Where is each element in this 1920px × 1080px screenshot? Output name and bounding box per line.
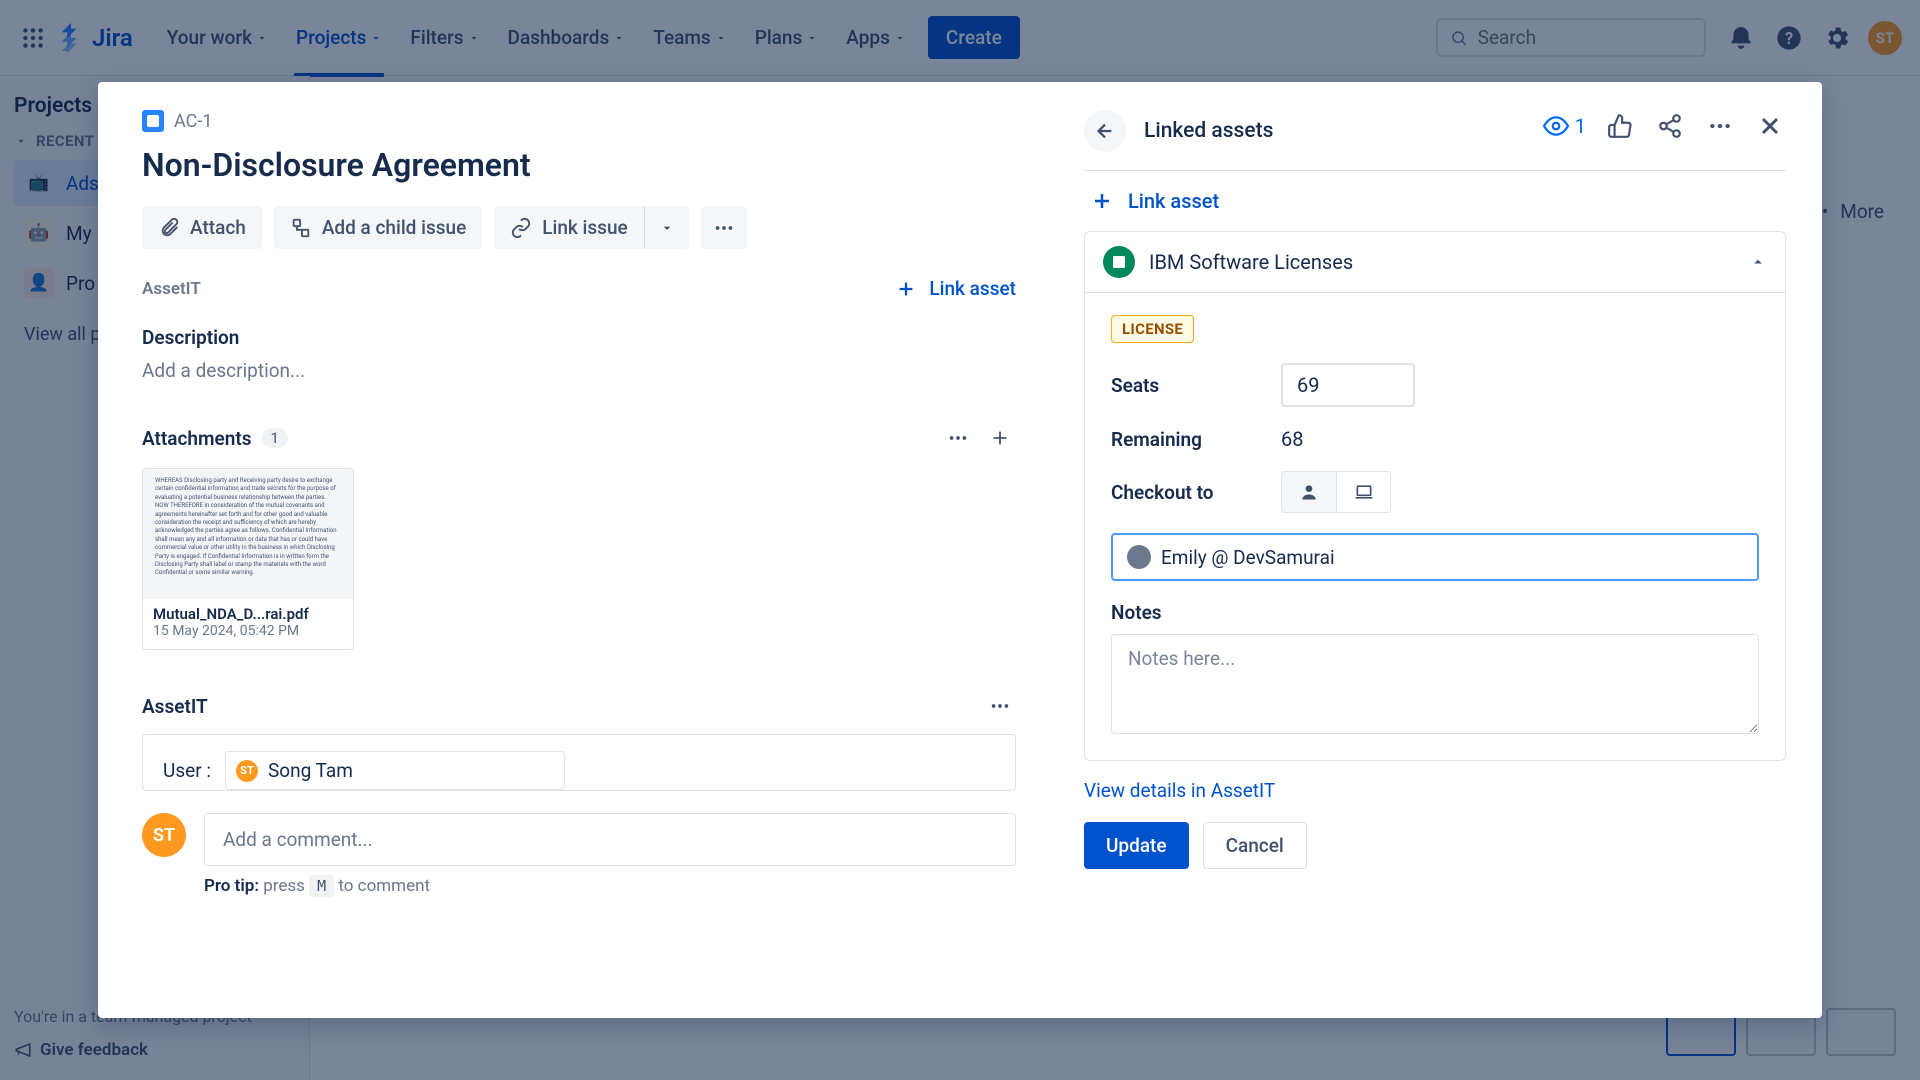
checkout-asset-toggle[interactable]	[1336, 472, 1390, 512]
assetit-panel-more[interactable]	[984, 690, 1016, 722]
chevron-down-icon	[659, 220, 675, 236]
issue-modal: AC-1 Non-Disclosure Agreement Attach Add…	[98, 82, 1822, 1018]
link-issue-button[interactable]: Link issue	[494, 206, 643, 249]
user-icon	[1299, 482, 1319, 502]
dots-icon	[1707, 113, 1733, 139]
share-icon	[1657, 113, 1683, 139]
assetit-user-panel: User : ST Song Tam	[142, 734, 1016, 791]
asset-card-header[interactable]: IBM Software Licenses	[1085, 232, 1785, 293]
plus-icon	[989, 427, 1011, 449]
link-icon	[510, 217, 532, 239]
user-chip[interactable]: ST Song Tam	[225, 751, 565, 790]
attachment-card[interactable]: WHEREAS Disclosing party and Receiving p…	[142, 468, 354, 650]
asset-card: IBM Software Licenses LICENSE Seats Rema…	[1084, 231, 1786, 761]
issue-type-icon	[142, 110, 164, 132]
breadcrumb[interactable]: AC-1	[142, 110, 1016, 132]
seats-input[interactable]	[1281, 363, 1415, 407]
seats-label: Seats	[1111, 374, 1281, 397]
notes-textarea[interactable]	[1111, 634, 1759, 734]
attachment-thumbnail: WHEREAS Disclosing party and Receiving p…	[143, 469, 353, 599]
checkout-user-avatar	[1127, 545, 1151, 569]
attachments-more[interactable]	[942, 422, 974, 454]
more-actions-button[interactable]	[701, 206, 747, 249]
dots-icon	[947, 427, 969, 449]
thumbs-up-icon	[1607, 113, 1633, 139]
checkout-user-toggle[interactable]	[1282, 472, 1336, 512]
notes-label: Notes	[1111, 601, 1759, 624]
license-badge: LICENSE	[1111, 315, 1194, 343]
child-issue-icon	[290, 217, 312, 239]
linked-assets-heading: Linked assets	[1144, 119, 1273, 143]
assetit-panel-heading: AssetIT	[142, 695, 208, 718]
attach-icon	[158, 217, 180, 239]
chevron-up-icon	[1749, 253, 1767, 271]
description-heading: Description	[142, 326, 1016, 349]
attachment-date: 15 May 2024, 05:42 PM	[153, 623, 343, 639]
link-asset-button[interactable]: Link asset	[1084, 171, 1786, 231]
cancel-button[interactable]: Cancel	[1203, 822, 1307, 869]
plus-icon	[895, 278, 917, 300]
comment-avatar: ST	[142, 813, 186, 857]
update-button[interactable]: Update	[1084, 822, 1189, 869]
like-button[interactable]	[1604, 110, 1636, 142]
add-attachment[interactable]	[984, 422, 1016, 454]
asset-icon	[1103, 246, 1135, 278]
watch-count[interactable]: 1	[1543, 113, 1586, 139]
protip: Pro tip: press M to comment	[204, 876, 1016, 896]
user-label: User :	[163, 759, 211, 782]
close-icon	[1756, 112, 1784, 140]
user-chip-avatar: ST	[236, 760, 258, 782]
attachment-name: Mutual_NDA_D...rai.pdf	[153, 605, 343, 623]
arrow-left-icon	[1094, 120, 1116, 142]
view-details-link[interactable]: View details in AssetIT	[1084, 779, 1786, 802]
close-modal[interactable]	[1754, 110, 1786, 142]
share-button[interactable]	[1654, 110, 1686, 142]
asset-title: IBM Software Licenses	[1149, 250, 1735, 274]
back-button[interactable]	[1084, 110, 1126, 152]
modal-more[interactable]	[1704, 110, 1736, 142]
link-issue-dropdown[interactable]	[644, 206, 689, 249]
user-chip-name: Song Tam	[268, 759, 353, 782]
checkout-to-label: Checkout to	[1111, 481, 1281, 504]
assetit-label: AssetIT	[142, 279, 201, 299]
add-child-issue-button[interactable]: Add a child issue	[274, 206, 482, 249]
checkout-user-input[interactable]: Emily @ DevSamurai	[1111, 533, 1759, 581]
attachments-heading: Attachments	[142, 427, 252, 450]
link-asset-inline[interactable]: Link asset	[895, 277, 1016, 300]
attachments-count: 1	[262, 428, 288, 448]
dots-icon	[713, 217, 735, 239]
description-field[interactable]: Add a description...	[142, 359, 1016, 382]
plus-icon	[1090, 189, 1114, 213]
eye-icon	[1543, 113, 1569, 139]
comment-input[interactable]: Add a comment...	[204, 813, 1016, 866]
laptop-icon	[1354, 482, 1374, 502]
issue-key[interactable]: AC-1	[174, 111, 212, 132]
checkout-user-name: Emily @ DevSamurai	[1161, 546, 1335, 569]
license-icon	[1110, 253, 1128, 271]
remaining-value: 68	[1281, 427, 1303, 451]
remaining-label: Remaining	[1111, 428, 1281, 451]
checkout-type-toggle	[1281, 471, 1391, 513]
attach-button[interactable]: Attach	[142, 206, 262, 249]
dots-icon	[989, 695, 1011, 717]
keyboard-key: M	[309, 875, 334, 897]
issue-title[interactable]: Non-Disclosure Agreement	[142, 146, 1016, 184]
